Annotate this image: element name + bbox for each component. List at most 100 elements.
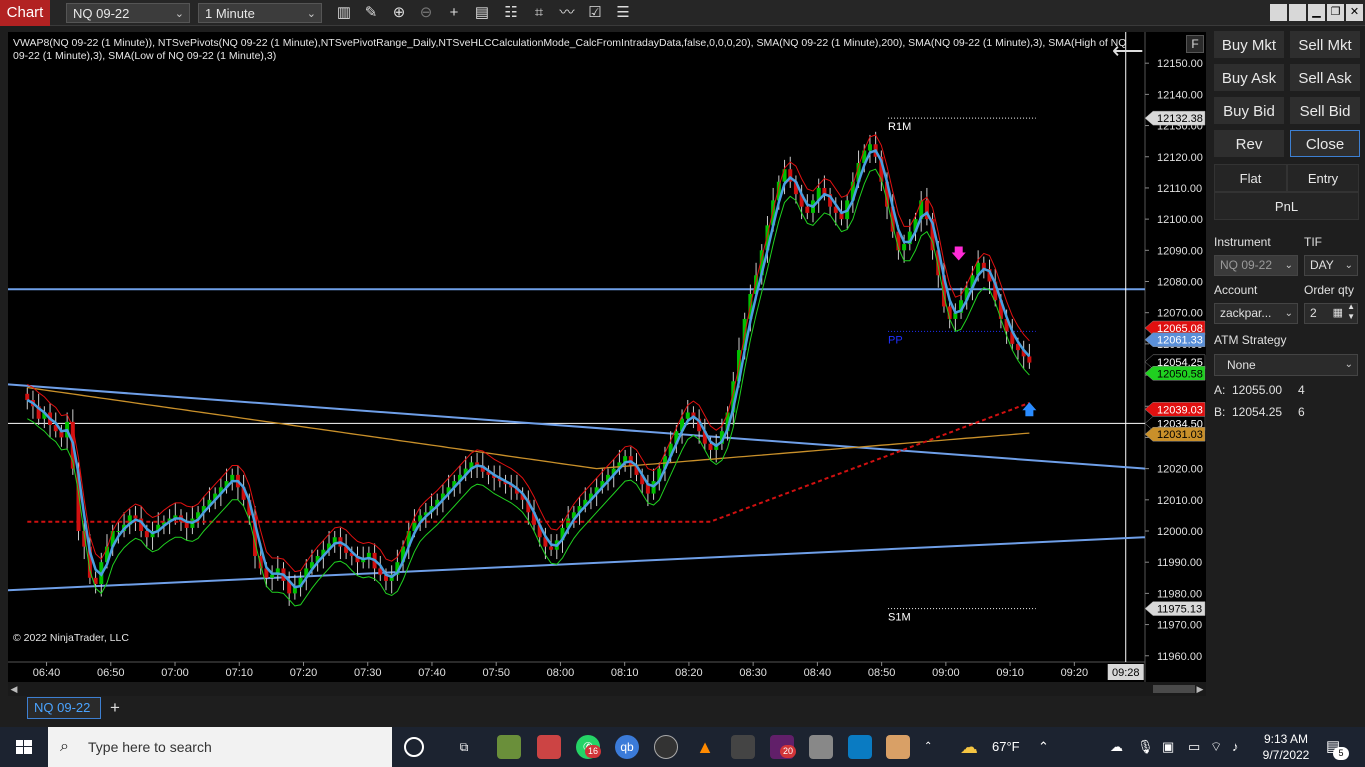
buy-ask-button[interactable]: Buy Ask — [1214, 64, 1284, 91]
sma-low-line — [27, 168, 1030, 607]
horizontal-scrollbar[interactable]: ◀ ▶ — [8, 682, 1206, 696]
chevron-down-icon: ⌄ — [1344, 359, 1353, 370]
notification-count: 5 — [1333, 747, 1349, 760]
chart-f-button[interactable]: F — [1186, 35, 1204, 53]
stepper-arrows-icon[interactable]: ▲ ▼ — [1347, 302, 1355, 322]
tif-label: TIF — [1304, 235, 1322, 249]
s1-pivot-label: S1M — [888, 612, 911, 624]
account-select[interactable]: zackpar... ⌄ — [1214, 303, 1298, 324]
instrument-selector[interactable]: NQ 09-22 ⌄ — [66, 3, 190, 23]
scroll-left-icon[interactable]: ◀ — [8, 682, 20, 696]
more-icon[interactable]: ☰ — [612, 3, 634, 23]
sma200-line — [27, 386, 1030, 470]
price-chart[interactable]: 12150.00 12140.00 12130.00 12120.00 12110.00… — [8, 32, 1206, 682]
cortana-icon[interactable] — [404, 737, 424, 757]
x-tick-label: 07:00 — [161, 667, 189, 679]
trend-indicator-icon[interactable]: 〰 — [556, 3, 578, 23]
sell-ask-button[interactable]: Sell Ask — [1290, 64, 1360, 91]
obs-icon[interactable] — [654, 735, 678, 759]
strategies-icon[interactable]: ☷ — [500, 3, 522, 23]
atm-strategy-label: ATM Strategy — [1214, 333, 1287, 347]
weather-temperature[interactable]: 67°F — [992, 727, 1020, 767]
candle-body — [116, 531, 121, 533]
restore-icon[interactable] — [1270, 4, 1287, 21]
scroll-back-arrow-icon[interactable]: ⟵ — [1112, 38, 1144, 64]
candle-body — [133, 515, 138, 519]
pnl-segment[interactable]: PnL — [1214, 192, 1359, 220]
indicators-icon[interactable]: ⌗ — [528, 3, 550, 23]
restore-icon[interactable] — [1289, 4, 1306, 21]
x-tick-label: 07:30 — [354, 667, 382, 679]
taskbar-scroll-icon[interactable]: ⌃ — [924, 727, 932, 767]
ninjatrader-icon[interactable] — [731, 735, 755, 759]
y-tick-label: 12140.00 — [1157, 89, 1203, 101]
app-icon-5[interactable] — [886, 735, 910, 759]
chart-toolbar: Chart NQ 09-22 ⌄ 1 Minute ⌄ ▥ ✎ ⊕ ⊖ + ▤ … — [0, 0, 1365, 26]
vlc-icon[interactable]: ▲ — [693, 735, 717, 759]
candle-body — [708, 443, 713, 450]
close-position-button[interactable]: Close — [1290, 130, 1360, 157]
tif-select[interactable]: DAY ⌄ — [1304, 255, 1358, 276]
scroll-right-icon[interactable]: ▶ — [1194, 682, 1206, 696]
price-marker-label: 12039.03 — [1157, 404, 1203, 416]
task-view-icon[interactable]: ⧉ — [452, 735, 476, 759]
x-tick-label: 07:50 — [482, 667, 510, 679]
y-tick-label: 12090.00 — [1157, 245, 1203, 257]
close-icon[interactable]: ✕ — [1346, 4, 1363, 21]
instrument-field: NQ 09-22 ⌄ — [1214, 255, 1298, 276]
y-tick-label: 12100.00 — [1157, 214, 1203, 226]
chart-window-tab[interactable]: Chart — [0, 0, 50, 26]
interval-selector[interactable]: 1 Minute ⌄ — [198, 3, 322, 23]
microphone-icon[interactable]: 🎙 — [1137, 727, 1154, 767]
qbittorrent-icon[interactable]: qb — [615, 735, 639, 759]
app-icon-2[interactable] — [537, 735, 561, 759]
atm-strategy-select[interactable]: None ⌄ — [1214, 354, 1358, 376]
crosshair-icon[interactable]: + — [443, 3, 465, 23]
zoom-in-icon[interactable]: ⊕ — [388, 3, 410, 23]
weather-icon[interactable]: ☁ — [960, 727, 978, 767]
properties-icon[interactable]: ☑ — [584, 3, 606, 23]
buy-bid-button[interactable]: Buy Bid — [1214, 97, 1284, 124]
pp-pivot-label: PP — [888, 334, 903, 346]
order-qty-label: Order qty — [1304, 283, 1355, 297]
bar-type-icon[interactable]: ▥ — [333, 3, 355, 23]
draw-pencil-icon[interactable]: ✎ — [360, 3, 382, 23]
y-tick-label: 12110.00 — [1157, 183, 1202, 195]
candle-body — [1027, 356, 1032, 363]
add-tab-icon[interactable]: + — [104, 697, 126, 719]
scrollbar-thumb[interactable] — [1153, 685, 1195, 693]
chart-trader-panel: Buy Mkt Sell Mkt Buy Ask Sell Ask Buy Bi… — [1209, 26, 1365, 696]
buy-market-button[interactable]: Buy Mkt — [1214, 31, 1284, 58]
system-clock[interactable]: 9:13 AM 9/7/2022 — [1255, 731, 1317, 763]
maximize-icon[interactable]: ❐ — [1327, 4, 1344, 21]
app-icon-3[interactable] — [809, 735, 833, 759]
order-qty-stepper[interactable]: 2 ▦ ▲ ▼ — [1304, 302, 1358, 324]
taskbar-search-input[interactable]: ⌕ Type here to search — [48, 727, 392, 767]
volume-icon[interactable]: ♪ — [1232, 727, 1239, 767]
y-tick-label: 12010.00 — [1157, 495, 1203, 507]
data-box-icon[interactable]: ▤ — [471, 3, 493, 23]
entry-segment[interactable]: Entry — [1287, 164, 1359, 192]
app-icon-4[interactable] — [848, 735, 872, 759]
reverse-button[interactable]: Rev — [1214, 130, 1284, 157]
zoom-out-icon[interactable]: ⊖ — [415, 3, 437, 23]
y-tick-label: 11960.00 — [1157, 651, 1202, 663]
minimize-icon[interactable]: ▁ — [1308, 4, 1325, 21]
wifi-icon[interactable]: ⌔ — [1210, 727, 1222, 767]
calculator-icon[interactable]: ▦ — [1333, 304, 1343, 323]
chart-canvas[interactable]: 12150.0012140.0012130.0012120.0012110.00… — [8, 32, 1206, 682]
onedrive-icon[interactable]: ☁ — [1110, 727, 1123, 767]
windows-start-icon[interactable] — [0, 727, 48, 767]
instrument-tab[interactable]: NQ 09-22 — [27, 697, 101, 719]
sell-bid-button[interactable]: Sell Bid — [1290, 97, 1360, 124]
x-tick-label: 06:50 — [97, 667, 125, 679]
security-icon[interactable]: ▣ — [1162, 727, 1174, 767]
display-icon[interactable]: ▭ — [1188, 727, 1200, 767]
sell-market-button[interactable]: Sell Mkt — [1290, 31, 1360, 58]
show-hidden-icons-icon[interactable]: ⌃ — [1038, 727, 1049, 767]
app-icon-1[interactable] — [497, 735, 521, 759]
price-marker-label: 12050.58 — [1157, 368, 1203, 380]
price-marker-label: 11975.13 — [1157, 604, 1202, 616]
candle-body — [25, 393, 30, 401]
flat-segment[interactable]: Flat — [1214, 164, 1287, 192]
